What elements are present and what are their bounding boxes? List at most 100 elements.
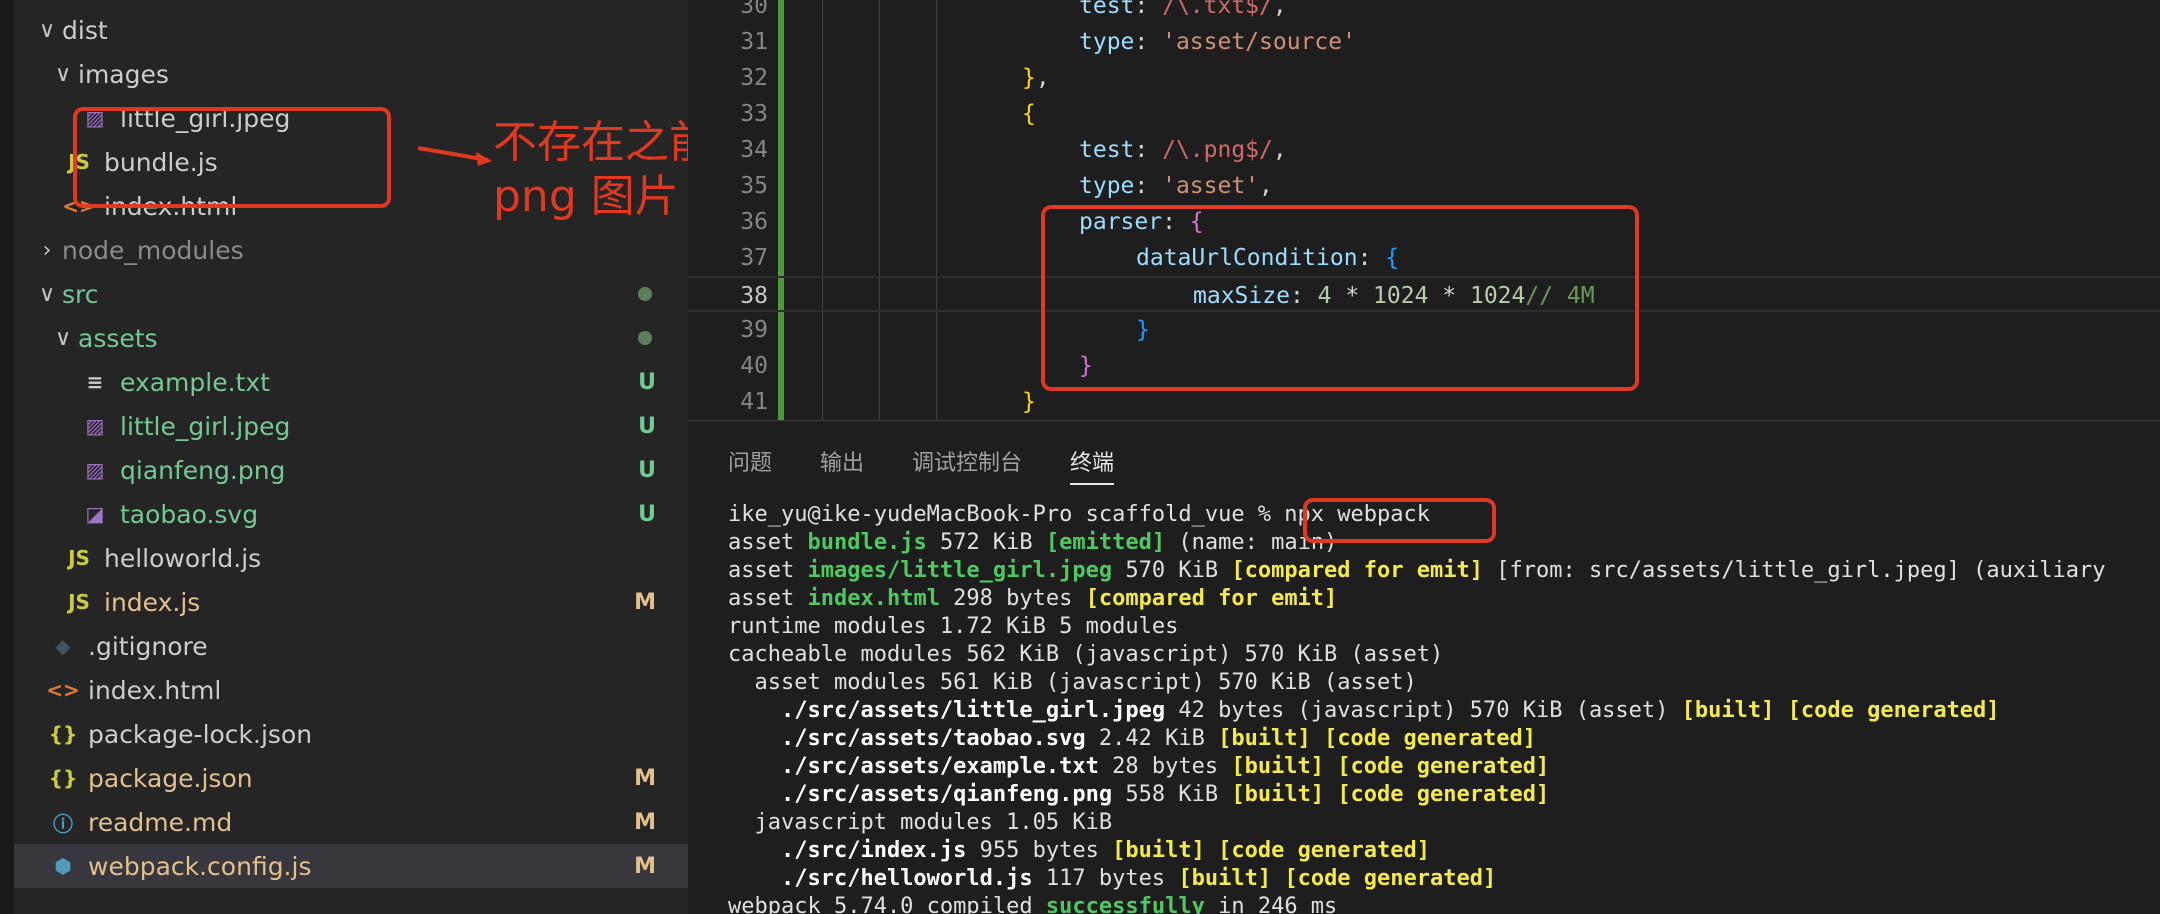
git-status-badge: M — [634, 589, 656, 615]
tree-item[interactable]: ∨ images — [14, 52, 688, 96]
code-text: test: /\.png$/, — [1079, 137, 1287, 163]
git-status-badge: U — [638, 413, 656, 439]
tree-item-label: little_girl.jpeg — [120, 411, 291, 441]
terminal-line: ./src/index.js 955 bytes [built] [code g… — [780, 838, 1431, 863]
tree-item[interactable]: ▨ qianfeng.png U — [14, 448, 688, 492]
tree-item-label: node_modules — [62, 235, 244, 265]
image-file-icon: ▨ — [85, 106, 105, 130]
tree-item-label: readme.md — [88, 807, 233, 837]
tree-item[interactable]: ∨ dist — [14, 8, 688, 52]
code-line[interactable]: 32}, — [688, 60, 2160, 96]
tree-item[interactable]: {} package.json M — [14, 756, 688, 800]
panel-tab[interactable]: 问题 — [728, 445, 772, 485]
git-status-badge: U — [638, 501, 656, 527]
code-line[interactable]: 33 { — [688, 96, 2160, 132]
line-number: 37 — [740, 245, 768, 271]
line-number: 33 — [740, 101, 768, 127]
tree-item[interactable]: JS helloworld.js — [14, 536, 688, 580]
code-line[interactable]: 41} — [688, 384, 2160, 420]
code-editor[interactable]: 30 test: /\.txt$/, 31 type: 'asset/source' 3… — [688, 0, 2160, 420]
tree-item[interactable]: JS index.js M — [14, 580, 688, 624]
terminal-line: cacheable modules 562 KiB (javascript) 5… — [728, 642, 1444, 667]
code-line[interactable]: 39} — [688, 312, 2160, 348]
chevron-down-icon[interactable]: ∨ — [32, 282, 62, 307]
js-file-icon: JS — [68, 150, 90, 174]
tree-item[interactable]: ∨ assets — [14, 316, 688, 360]
chevron-right-icon[interactable]: › — [32, 238, 62, 263]
code-line[interactable]: 40} — [688, 348, 2160, 384]
tree-item-label: index.js — [104, 587, 201, 617]
panel-tab[interactable]: 终端 — [1070, 445, 1115, 485]
line-number: 38 — [740, 283, 768, 309]
line-number: 34 — [740, 137, 768, 163]
code-line[interactable]: 37 dataUrlCondition: { — [688, 240, 2160, 276]
code-text: }, — [1022, 65, 1050, 91]
code-line[interactable]: 34 test: /\.png$/, — [688, 132, 2160, 168]
tree-item[interactable]: ▨ little_girl.jpeg U — [14, 404, 688, 448]
terminal-line: webpack 5.74.0 compiled successfully in … — [728, 894, 1338, 914]
code-text: { — [1022, 101, 1036, 127]
code-line[interactable]: 38 maxSize: 4 * 1024 * 1024// 4M — [688, 276, 2160, 312]
tree-item-label: index.html — [104, 191, 238, 221]
tree-item[interactable]: ∨ src — [14, 272, 688, 316]
code-text: } — [1022, 389, 1036, 415]
tree-item-label: assets — [78, 323, 158, 353]
tree-item-label: example.txt — [120, 367, 270, 397]
code-text: } — [1136, 317, 1150, 343]
git-status-badge: U — [638, 457, 656, 483]
tree-item-label: helloworld.js — [104, 543, 262, 573]
panel-tab[interactable]: 调试控制台 — [912, 445, 1022, 485]
chevron-down-icon[interactable]: ∨ — [32, 18, 62, 43]
terminal-line: ./src/assets/little_girl.jpeg 42 bytes (… — [780, 698, 2000, 723]
code-text: } — [1079, 353, 1093, 379]
tree-item[interactable]: ⓘ readme.md M — [14, 800, 688, 844]
tree-item[interactable]: ≡ example.txt U — [14, 360, 688, 404]
annotation-arrow-icon — [417, 146, 492, 166]
image-file-icon: ▨ — [85, 458, 105, 482]
tree-item[interactable]: ⬢ webpack.config.js M — [14, 844, 688, 888]
git-status-badge: M — [634, 809, 656, 835]
tree-item[interactable]: {} package-lock.json — [14, 712, 688, 756]
tree-item-label: package-lock.json — [88, 719, 313, 749]
terminal-line: ./src/assets/qianfeng.png 558 KiB [built… — [780, 782, 1550, 807]
panel-tab[interactable]: 输出 — [820, 445, 864, 485]
git-file-icon: ◆ — [55, 634, 71, 658]
code-line[interactable]: 30 test: /\.txt$/, — [688, 0, 2160, 24]
chevron-down-icon[interactable]: ∨ — [48, 62, 78, 87]
tree-item[interactable]: ◆ .gitignore — [14, 624, 688, 668]
code-line[interactable]: 31 type: 'asset/source' — [688, 24, 2160, 60]
html-file-icon: <> — [62, 194, 96, 218]
terminal-line: ike_yu@ike-yudeMacBook-Pro scaffold_vue … — [728, 502, 1430, 527]
line-number: 32 — [740, 65, 768, 91]
chevron-down-icon[interactable]: ∨ — [48, 326, 78, 351]
code-text: maxSize: 4 * 1024 * 1024// 4M — [1193, 283, 1595, 309]
git-status-badge: U — [638, 369, 656, 395]
terminal-line: asset index.html 298 bytes [compared for… — [728, 586, 1338, 611]
js-file-icon: JS — [68, 546, 90, 570]
tree-item-label: bundle.js — [104, 147, 218, 177]
code-line[interactable]: 35 type: 'asset', — [688, 168, 2160, 204]
line-number: 39 — [740, 317, 768, 343]
image-file-icon: ▨ — [85, 414, 105, 438]
tree-item[interactable]: › node_modules — [14, 228, 688, 272]
git-status-badge: M — [634, 765, 656, 791]
terminal-line: ./src/assets/taobao.svg 2.42 KiB [built]… — [780, 726, 1536, 751]
terminal-line: asset modules 561 KiB (javascript) 570 K… — [728, 670, 1417, 695]
terminal-line: runtime modules 1.72 KiB 5 modules — [728, 614, 1179, 639]
tree-item[interactable]: ◪ taobao.svg U — [14, 492, 688, 536]
tree-item-label: webpack.config.js — [88, 851, 312, 881]
activity-rail — [0, 0, 14, 914]
info-file-icon: ⓘ — [53, 811, 73, 836]
json-file-icon: {} — [48, 766, 78, 790]
text-file-icon: ≡ — [86, 370, 104, 394]
line-number: 41 — [740, 389, 768, 415]
git-modified-dot-icon — [638, 287, 652, 301]
tree-item[interactable]: <> index.html — [14, 668, 688, 712]
tree-item-label: taobao.svg — [120, 499, 259, 529]
tree-item-label: package.json — [88, 763, 253, 793]
terminal-line: javascript modules 1.05 KiB — [728, 810, 1113, 835]
code-text: parser: { — [1079, 209, 1204, 235]
tree-item-label: little_girl.jpeg — [120, 103, 291, 133]
webpack-config-icon: ⬢ — [54, 854, 72, 878]
code-line[interactable]: 36 parser: { — [688, 204, 2160, 240]
